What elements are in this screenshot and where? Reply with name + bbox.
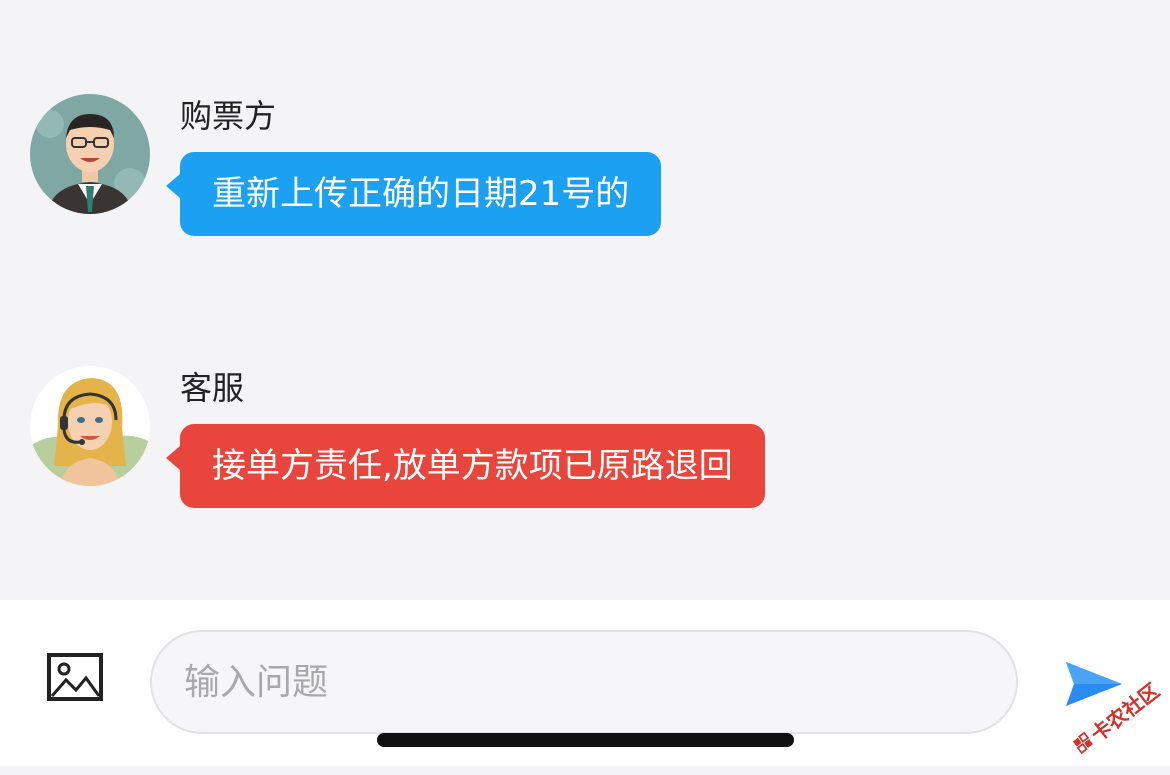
businessman-avatar-icon[interactable] [30,94,150,214]
home-indicator [377,733,794,747]
question-input[interactable] [150,630,1018,734]
chat-area: 购票方 重新上传正确的日期21号的 客服 接单方责任,放单方款项已原路退回 [0,0,1170,600]
bottom-strip [0,766,1170,772]
sender-name: 客服 [180,369,245,407]
customer-service-avatar-icon[interactable] [30,366,150,486]
message-bubble[interactable]: 接单方责任,放单方款项已原路退回 [166,424,765,508]
message-bubble[interactable]: 重新上传正确的日期21号的 [165,152,662,236]
image-upload-icon[interactable] [46,652,104,702]
sender-name: 购票方 [180,97,277,135]
